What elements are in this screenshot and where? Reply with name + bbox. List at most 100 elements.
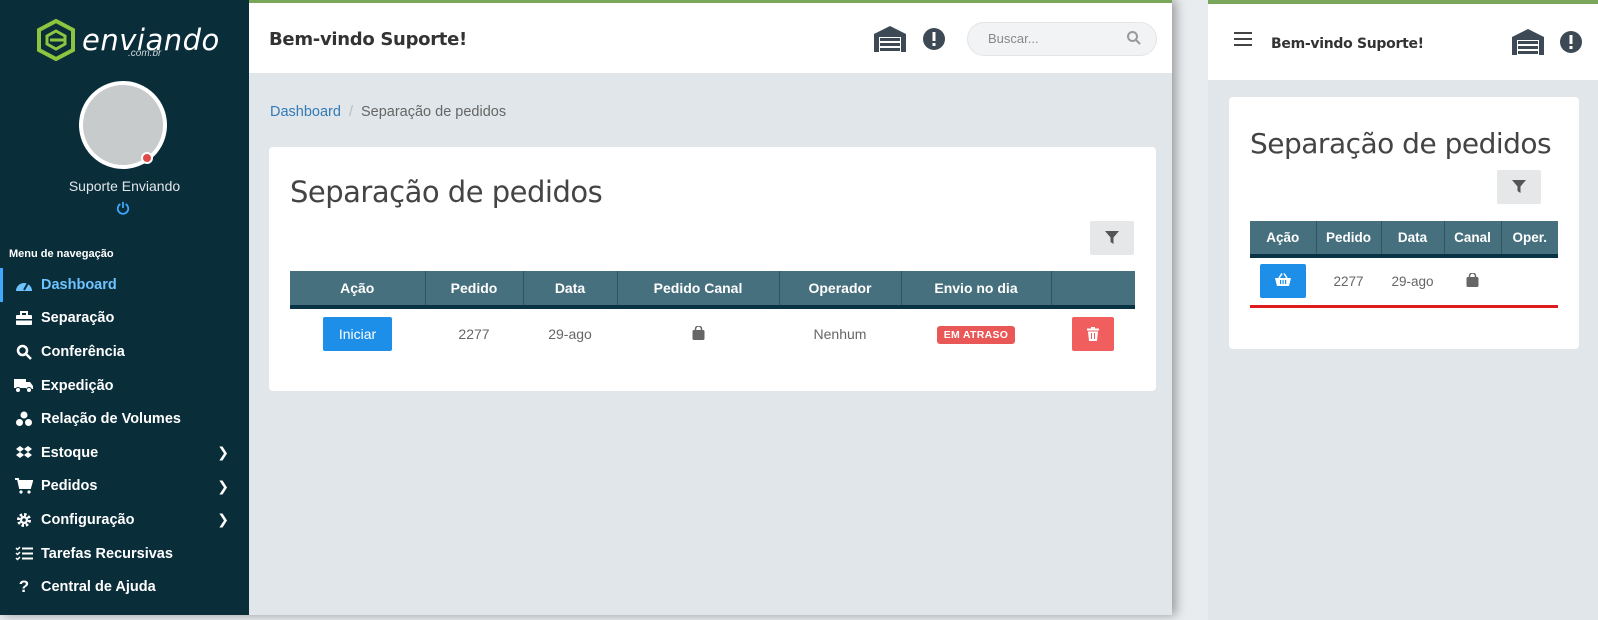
nav-menu: Dashboard Separação Conferência Expediçã… <box>0 268 249 604</box>
order-number: 2277 <box>1316 256 1381 308</box>
mobile-view: Bem-vindo Suporte! Separação de pedidos … <box>1208 0 1598 620</box>
table-header: Ação Pedido Data Pedido Canal Operador E… <box>290 271 1135 309</box>
basket-icon <box>1275 273 1291 287</box>
column-header: Data <box>523 271 618 309</box>
breadcrumb-current: Separação de pedidos <box>360 104 507 120</box>
orders-card: Separação de pedidos Ação Pedido Data Pe… <box>269 147 1156 391</box>
chevron-right-icon: ❯ <box>217 511 229 528</box>
truck-icon <box>13 377 35 395</box>
briefcase-icon <box>13 309 35 327</box>
sidebar: enviando .com.br Suporte Enviando Menu d… <box>0 0 249 615</box>
desktop-view: enviando .com.br Suporte Enviando Menu d… <box>0 0 1172 615</box>
hamburger-menu-icon[interactable] <box>1234 32 1252 51</box>
delete-button[interactable] <box>1072 317 1114 351</box>
alert-icon[interactable] <box>922 27 946 56</box>
column-header: Data <box>1381 221 1445 258</box>
column-header: Ação <box>290 271 426 309</box>
column-header: Ação <box>1250 221 1317 258</box>
cubes-icon <box>13 410 35 428</box>
header: Bem-vindo Suporte! <box>249 3 1172 73</box>
column-header: Envio no dia <box>901 271 1052 309</box>
sidebar-item-label: Pedidos <box>41 478 98 495</box>
tachometer-icon <box>13 276 35 294</box>
filter-icon <box>1105 231 1119 244</box>
chevron-right-icon: ❯ <box>217 444 229 461</box>
start-button[interactable] <box>1260 264 1306 299</box>
operator-cell <box>1501 256 1558 308</box>
dropbox-icon <box>13 444 35 462</box>
table-header: Ação Pedido Data Canal Oper. <box>1250 221 1558 258</box>
filter-button[interactable] <box>1090 221 1134 255</box>
warehouse-icon[interactable] <box>1511 28 1545 61</box>
mobile-orders-card: Separação de pedidos Ação Pedido Data Ca… <box>1229 97 1579 349</box>
sidebar-item-label: Conferência <box>41 343 125 360</box>
sidebar-item-pedidos[interactable]: Pedidos ❯ <box>0 470 249 504</box>
order-date: 29-ago <box>548 326 592 342</box>
breadcrumb-separator: / <box>348 104 353 120</box>
filter-icon <box>1512 180 1526 193</box>
sidebar-item-expedicao[interactable]: Expedição <box>0 369 249 403</box>
sidebar-item-separacao[interactable]: Separação <box>0 302 249 336</box>
sidebar-item-label: Tarefas Recursivas <box>41 545 173 562</box>
cart-icon <box>13 477 35 495</box>
sidebar-item-dashboard[interactable]: Dashboard <box>0 268 249 302</box>
sidebar-item-label: Estoque <box>41 444 99 461</box>
tasks-icon <box>13 545 35 563</box>
orders-table: Ação Pedido Data Pedido Canal Operador E… <box>290 271 1135 359</box>
breadcrumb-dashboard[interactable]: Dashboard <box>270 104 341 120</box>
mobile-header: Bem-vindo Suporte! <box>1208 4 1598 80</box>
sidebar-item-label: Relação de Volumes <box>41 411 181 428</box>
operator: Nenhum <box>813 326 867 342</box>
chevron-right-icon: ❯ <box>217 477 229 494</box>
mobile-orders-table: Ação Pedido Data Canal Oper. 2277 29-ago <box>1250 221 1558 308</box>
power-icon[interactable] <box>115 201 131 217</box>
sidebar-item-label: Separação <box>41 310 115 327</box>
sidebar-item-label: Configuração <box>41 511 135 528</box>
column-header: Pedido Canal <box>617 271 780 309</box>
shopping-bag-icon <box>1466 272 1479 290</box>
sidebar-item-tarefas[interactable]: Tarefas Recursivas <box>0 537 249 571</box>
filter-button[interactable] <box>1497 170 1541 204</box>
search-icon <box>13 343 35 361</box>
nav-title: Menu de navegação <box>9 248 114 260</box>
sidebar-item-estoque[interactable]: Estoque ❯ <box>0 436 249 470</box>
brand-suffix: .com.br <box>128 48 162 59</box>
search-box[interactable] <box>967 22 1157 56</box>
welcome-text: Bem-vindo Suporte! <box>1271 36 1424 52</box>
column-header: Pedido <box>1316 221 1382 258</box>
search-icon[interactable] <box>1126 30 1142 51</box>
status-dot <box>141 152 153 164</box>
alert-icon[interactable] <box>1559 30 1583 59</box>
table-row: Iniciar 2277 29-ago Nenhum EM ATRASO <box>290 307 1135 359</box>
order-number: 2277 <box>458 326 490 342</box>
gear-icon <box>13 511 35 529</box>
question-icon: ? <box>18 577 30 597</box>
warehouse-icon[interactable] <box>873 25 907 58</box>
logo-icon <box>37 19 75 61</box>
shopping-bag-icon <box>692 324 705 343</box>
user-name: Suporte Enviando <box>68 178 181 194</box>
avatar[interactable] <box>79 81 167 169</box>
order-date: 29-ago <box>1381 256 1444 308</box>
table-row: 2277 29-ago <box>1250 256 1558 308</box>
column-header: Pedido <box>425 271 524 309</box>
sidebar-item-label: Expedição <box>41 377 114 394</box>
search-input[interactable] <box>988 31 1118 46</box>
sidebar-item-label: Dashboard <box>41 276 117 293</box>
column-header: Canal <box>1444 221 1502 258</box>
sidebar-item-label: Central de Ajuda <box>41 579 156 596</box>
column-header <box>1051 271 1135 309</box>
sidebar-item-relacao-volumes[interactable]: Relação de Volumes <box>0 402 249 436</box>
column-header: Operador <box>779 271 902 309</box>
sidebar-item-conferencia[interactable]: Conferência <box>0 335 249 369</box>
sidebar-item-configuracao[interactable]: Configuração ❯ <box>0 503 249 537</box>
sidebar-item-ajuda[interactable]: ? Central de Ajuda <box>0 570 249 604</box>
start-button[interactable]: Iniciar <box>322 317 393 351</box>
page-title: Separação de pedidos <box>290 175 603 209</box>
column-header: Oper. <box>1501 221 1558 258</box>
breadcrumb: Dashboard / Separação de pedidos <box>270 104 506 120</box>
page-title: Separação de pedidos <box>1250 127 1552 160</box>
status-badge: EM ATRASO <box>936 325 1016 344</box>
welcome-text: Bem-vindo Suporte! <box>269 29 467 50</box>
trash-icon <box>1087 326 1099 341</box>
